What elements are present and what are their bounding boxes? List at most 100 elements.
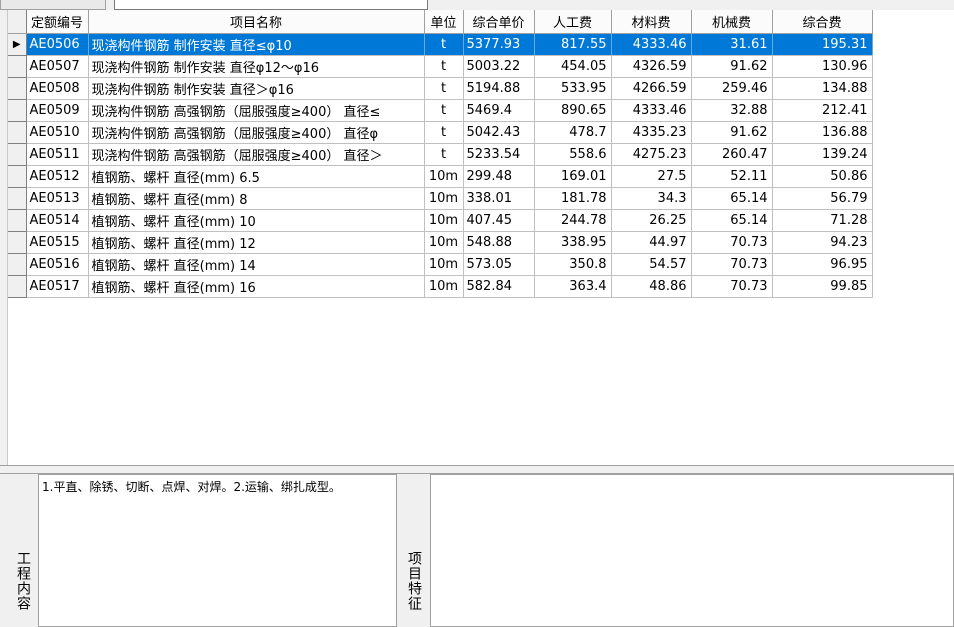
cell-machine[interactable]: 70.73 xyxy=(691,253,773,276)
cell-code[interactable]: AE0506 xyxy=(26,33,89,56)
cell-unit[interactable]: 10m xyxy=(424,209,464,232)
cell-unit[interactable]: t xyxy=(424,55,464,78)
column-header-overhead[interactable]: 综合费 xyxy=(772,10,873,34)
cell-unit[interactable]: t xyxy=(424,121,464,144)
cell-unit[interactable]: t xyxy=(424,77,464,100)
cell-unit-price[interactable]: 5003.22 xyxy=(463,55,535,78)
cell-name[interactable]: 植钢筋、螺杆 直径(mm) 12 xyxy=(88,231,425,254)
cell-name[interactable]: 现浇构件钢筋 制作安装 直径φ12～φ16 xyxy=(88,55,425,78)
work-content-textbox[interactable]: 1.平直、除锈、切断、点焊、对焊。2.运输、绑扎成型。 xyxy=(38,474,397,627)
cell-code[interactable]: AE0511 xyxy=(26,143,89,166)
table-row[interactable]: AE0510 现浇构件钢筋 高强钢筋（屈服强度≥400） 直径φ t 5042.43 4… xyxy=(8,121,873,144)
cell-labor[interactable]: 817.55 xyxy=(534,33,612,56)
cell-material[interactable]: 48.86 xyxy=(611,275,692,298)
cell-overhead[interactable]: 56.79 xyxy=(772,187,873,210)
panel-splitter[interactable] xyxy=(0,465,954,474)
cell-machine[interactable]: 65.14 xyxy=(691,209,773,232)
cell-material[interactable]: 4333.46 xyxy=(611,99,692,122)
row-indicator[interactable] xyxy=(8,121,27,144)
cell-code[interactable]: AE0516 xyxy=(26,253,89,276)
cell-machine[interactable]: 52.11 xyxy=(691,165,773,188)
cell-labor[interactable]: 478.7 xyxy=(534,121,612,144)
cell-overhead[interactable]: 195.31 xyxy=(772,33,873,56)
row-indicator[interactable] xyxy=(8,231,27,254)
cell-overhead[interactable]: 50.86 xyxy=(772,165,873,188)
cell-name[interactable]: 现浇构件钢筋 制作安装 直径≤φ10 xyxy=(88,33,425,56)
cell-material[interactable]: 34.3 xyxy=(611,187,692,210)
cell-machine[interactable]: 70.73 xyxy=(691,231,773,254)
table-row[interactable]: AE0511 现浇构件钢筋 高强钢筋（屈服强度≥400） 直径＞ t 5233.54 5… xyxy=(8,143,873,166)
cell-material[interactable]: 27.5 xyxy=(611,165,692,188)
cell-name[interactable]: 植钢筋、螺杆 直径(mm) 10 xyxy=(88,209,425,232)
cell-overhead[interactable]: 94.23 xyxy=(772,231,873,254)
column-header-material[interactable]: 材料费 xyxy=(611,10,692,34)
column-header-code[interactable]: 定额编号 xyxy=(26,10,89,34)
cell-unit-price[interactable]: 5233.54 xyxy=(463,143,535,166)
cell-overhead[interactable]: 96.95 xyxy=(772,253,873,276)
cell-name[interactable]: 植钢筋、螺杆 直径(mm) 14 xyxy=(88,253,425,276)
cell-code[interactable]: AE0508 xyxy=(26,77,89,100)
cell-unit[interactable]: t xyxy=(424,99,464,122)
column-header-unit-price[interactable]: 综合单价 xyxy=(463,10,535,34)
cell-overhead[interactable]: 134.88 xyxy=(772,77,873,100)
cell-unit[interactable]: 10m xyxy=(424,165,464,188)
cell-machine[interactable]: 32.88 xyxy=(691,99,773,122)
cell-labor[interactable]: 350.8 xyxy=(534,253,612,276)
cell-labor[interactable]: 363.4 xyxy=(534,275,612,298)
cell-overhead[interactable]: 212.41 xyxy=(772,99,873,122)
table-row[interactable]: AE0514 植钢筋、螺杆 直径(mm) 10 10m 407.45 244.78 26.… xyxy=(8,209,873,232)
cell-machine[interactable]: 259.46 xyxy=(691,77,773,100)
cell-name[interactable]: 植钢筋、螺杆 直径(mm) 16 xyxy=(88,275,425,298)
column-header-name[interactable]: 项目名称 xyxy=(88,10,425,34)
cell-code[interactable]: AE0510 xyxy=(26,121,89,144)
cell-machine[interactable]: 70.73 xyxy=(691,275,773,298)
cell-unit-price[interactable]: 573.05 xyxy=(463,253,535,276)
table-row[interactable]: AE0512 植钢筋、螺杆 直径(mm) 6.5 10m 299.48 169.01 27… xyxy=(8,165,873,188)
row-indicator[interactable] xyxy=(8,275,27,298)
toolbar-button[interactable] xyxy=(0,0,106,10)
cell-code[interactable]: AE0509 xyxy=(26,99,89,122)
table-row[interactable]: AE0517 植钢筋、螺杆 直径(mm) 16 10m 582.84 363.4 48.8… xyxy=(8,275,873,298)
table-row[interactable]: AE0513 植钢筋、螺杆 直径(mm) 8 10m 338.01 181.78 34.3… xyxy=(8,187,873,210)
cell-labor[interactable]: 169.01 xyxy=(534,165,612,188)
cell-code[interactable]: AE0513 xyxy=(26,187,89,210)
cell-overhead[interactable]: 136.88 xyxy=(772,121,873,144)
cell-unit-price[interactable]: 5042.43 xyxy=(463,121,535,144)
table-row[interactable]: ▶ AE0506 现浇构件钢筋 制作安装 直径≤φ10 t 5377.93 817.55 4… xyxy=(8,33,873,56)
cell-unit[interactable]: 10m xyxy=(424,187,464,210)
cell-material[interactable]: 4335.23 xyxy=(611,121,692,144)
cell-code[interactable]: AE0512 xyxy=(26,165,89,188)
row-indicator[interactable] xyxy=(8,77,27,100)
cell-material[interactable]: 4266.59 xyxy=(611,77,692,100)
cell-overhead[interactable]: 99.85 xyxy=(772,275,873,298)
cell-name[interactable]: 植钢筋、螺杆 直径(mm) 6.5 xyxy=(88,165,425,188)
cell-material[interactable]: 44.97 xyxy=(611,231,692,254)
cell-code[interactable]: AE0517 xyxy=(26,275,89,298)
cell-material[interactable]: 4333.46 xyxy=(611,33,692,56)
cell-name[interactable]: 现浇构件钢筋 制作安装 直径＞φ16 xyxy=(88,77,425,100)
cell-material[interactable]: 4326.59 xyxy=(611,55,692,78)
cell-material[interactable]: 54.57 xyxy=(611,253,692,276)
row-indicator[interactable] xyxy=(8,187,27,210)
cell-unit-price[interactable]: 582.84 xyxy=(463,275,535,298)
search-input[interactable] xyxy=(114,0,428,10)
cell-material[interactable]: 4275.23 xyxy=(611,143,692,166)
row-indicator[interactable] xyxy=(8,55,27,78)
cell-machine[interactable]: 91.62 xyxy=(691,55,773,78)
cell-unit[interactable]: t xyxy=(424,33,464,56)
cell-name[interactable]: 植钢筋、螺杆 直径(mm) 8 xyxy=(88,187,425,210)
cell-unit-price[interactable]: 299.48 xyxy=(463,165,535,188)
column-header-machine[interactable]: 机械费 xyxy=(691,10,773,34)
cell-overhead[interactable]: 130.96 xyxy=(772,55,873,78)
table-row[interactable]: AE0507 现浇构件钢筋 制作安装 直径φ12～φ16 t 5003.22 454.0… xyxy=(8,55,873,78)
current-row-pointer-icon[interactable]: ▶ xyxy=(8,33,27,56)
cell-name[interactable]: 现浇构件钢筋 高强钢筋（屈服强度≥400） 直径≤ xyxy=(88,99,425,122)
cell-labor[interactable]: 181.78 xyxy=(534,187,612,210)
cell-labor[interactable]: 558.6 xyxy=(534,143,612,166)
cell-labor[interactable]: 244.78 xyxy=(534,209,612,232)
cell-machine[interactable]: 65.14 xyxy=(691,187,773,210)
cell-labor[interactable]: 533.95 xyxy=(534,77,612,100)
column-header-unit[interactable]: 单位 xyxy=(424,10,464,34)
cell-code[interactable]: AE0514 xyxy=(26,209,89,232)
cell-unit-price[interactable]: 5194.88 xyxy=(463,77,535,100)
